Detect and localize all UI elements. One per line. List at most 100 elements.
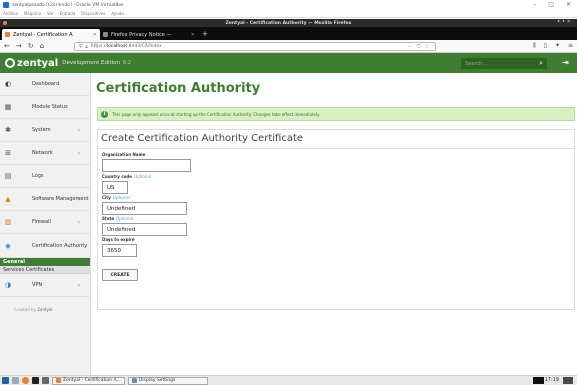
keyboard-tray-icon[interactable] (563, 377, 573, 384)
days-to-expire-field[interactable]: 3650 (102, 244, 137, 257)
pocket-icon[interactable]: ⛉ (417, 44, 421, 50)
chevron-left-icon: ‹ (77, 281, 80, 289)
lock-icon[interactable]: 🔒︎ (85, 44, 87, 50)
url-bar[interactable]: ⛨ 🔒︎ https://localhost:8443/CA/Index ···… (74, 42, 436, 51)
restore-button[interactable]: □ (548, 1, 554, 8)
zentyal-logo[interactable]: zentyal (17, 58, 58, 69)
firefox-launcher-icon[interactable] (22, 377, 29, 384)
zentyal-favicon-icon (5, 32, 10, 37)
taskbar: Zentyal - Certification A... Display Set… (0, 375, 577, 385)
firefox-window-controls[interactable]: • • ✕ (557, 19, 571, 25)
menu-dispositivos[interactable]: Dispositivos (81, 11, 105, 16)
close-button[interactable]: ✕ (566, 1, 571, 8)
module-status-icon: ▦ (4, 103, 12, 111)
vbox-menubar: Archivo Máquina Ver Entrada Dispositivos… (0, 10, 577, 18)
reload-icon[interactable]: ↻ (28, 42, 34, 50)
menu-ayuda[interactable]: Ayuda (111, 11, 123, 16)
vbox-window-title: zentyalpesado [Corriendo] - Oracle VM Vi… (12, 2, 124, 8)
sidebar-item-logs[interactable]: ▤ Logs (0, 165, 90, 188)
sidebar-item-software-management[interactable]: ▲ Software Management ‹ (0, 188, 90, 211)
state-field[interactable]: Undefined (102, 223, 187, 236)
firewall-icon: ▥ (4, 218, 12, 226)
chevron-left-icon: ‹ (77, 126, 80, 134)
sidebar-icon[interactable]: ▯ (544, 42, 547, 50)
shield-icon[interactable]: ⛨ (79, 44, 82, 50)
firefox-favicon-icon (103, 32, 108, 37)
home-icon[interactable]: ⌂ (40, 42, 44, 50)
file-manager-icon[interactable] (12, 377, 19, 384)
sidebar-item-dashboard[interactable]: ◐ Dashboard (0, 73, 90, 96)
new-tab-button[interactable]: + (202, 30, 208, 38)
info-icon: i (101, 110, 108, 118)
sidebar-footer: Created by Zentyal (14, 307, 53, 312)
tab-label: Firefox Privacy Notice — (111, 31, 172, 38)
search-icon[interactable]: ⌕ (539, 59, 543, 68)
menu-ver[interactable]: Ver (47, 11, 54, 16)
software-icon: ▲ (5, 195, 11, 203)
tab-label: Zentyal - Certification A (13, 31, 73, 38)
menu-maquina[interactable]: Máquina (24, 11, 41, 16)
chevron-left-icon: ‹ (77, 149, 80, 157)
zentyal-link[interactable]: Zentyal (37, 307, 52, 312)
bookmark-star-icon[interactable]: ☆ (425, 44, 429, 50)
version-label: 6.2 (123, 60, 131, 66)
create-ca-form: Create Certification Authority Certifica… (97, 129, 575, 310)
tab-firefox-privacy[interactable]: Firefox Privacy Notice — ✕ (100, 29, 198, 40)
sidebar: ◐ Dashboard ▦ Module Status ✱ System ‹ ⊞… (0, 73, 91, 375)
menu-entrada[interactable]: Entrada (60, 11, 76, 16)
firefox-titlebar: Zentyal - Certification Authority — Mozi… (0, 19, 577, 27)
sidebar-item-module-status[interactable]: ▦ Module Status (0, 96, 90, 119)
virtualbox-icon (3, 2, 9, 8)
terminal-launcher-icon[interactable] (32, 377, 39, 384)
hamburger-menu-icon[interactable]: ≡ (568, 42, 573, 50)
org-name-label: Organization Name (102, 152, 146, 157)
terminal-tray-icon[interactable] (533, 377, 544, 384)
tab-close-icon[interactable]: ✕ (93, 32, 97, 38)
network-icon: ⊞ (5, 149, 11, 157)
page-actions-icon[interactable]: ··· (408, 44, 413, 50)
sidebar-item-system[interactable]: ✱ System ‹ (0, 119, 90, 142)
search-input[interactable]: Search... ⌕ (461, 58, 547, 69)
info-note: i This page only appears once at startin… (97, 107, 575, 121)
clock: 17:19 (544, 377, 559, 383)
org-name-field[interactable] (102, 159, 191, 172)
main-content: Certification Authority i This page only… (91, 73, 577, 375)
back-icon[interactable]: ← (4, 42, 10, 50)
library-icon[interactable]: ⫼ (533, 42, 536, 50)
guest-screen: Zentyal - Certification Authority — Mozi… (0, 19, 577, 375)
minimize-button[interactable]: – (533, 1, 536, 8)
taskbar-task-firefox[interactable]: Zentyal - Certification A... (52, 376, 125, 385)
sidebar-item-label: Dashboard (32, 81, 60, 87)
sidebar-item-firewall[interactable]: ▥ Firewall ‹ (0, 211, 90, 234)
tab-zentyal[interactable]: Zentyal - Certification A ✕ (2, 29, 100, 40)
city-field[interactable]: Undefined (102, 202, 187, 215)
sidebar-subitem-general[interactable]: General (0, 258, 90, 266)
forward-icon[interactable]: → (16, 42, 22, 50)
gear-icon: ✱ (5, 126, 11, 134)
certificate-icon: ◆ (5, 241, 11, 250)
sidebar-item-network[interactable]: ⊞ Network ‹ (0, 142, 90, 165)
extension-icon[interactable]: ✦ (555, 42, 560, 50)
vpn-icon: ◑ (4, 281, 12, 289)
logout-icon[interactable]: ⇥ (562, 58, 569, 67)
sidebar-subitem-services-certificates[interactable]: Services Certificates (0, 266, 90, 274)
days-to-expire-label: Days to expire (102, 237, 135, 242)
chevron-left-icon: ‹ (77, 218, 80, 226)
navigation-bar: ← → ↻ ⌂ ⛨ 🔒︎ https://localhost:8443/CA/I… (0, 40, 577, 53)
form-divider (98, 148, 574, 149)
sidebar-item-vpn[interactable]: ◑ VPN ‹ (0, 274, 90, 297)
start-menu-icon[interactable] (2, 377, 9, 384)
sidebar-item-label: Firewall (32, 219, 51, 225)
sidebar-item-certification-authority[interactable]: ◆ Certification Authority ⌄ (0, 234, 90, 258)
settings-launcher-icon[interactable] (42, 377, 49, 384)
logs-icon: ▤ (4, 172, 12, 180)
zentyal-logo-icon[interactable] (5, 58, 15, 68)
tab-close-icon[interactable]: ✕ (191, 32, 195, 38)
taskbar-task-display-settings[interactable]: Display Settings (127, 376, 208, 385)
sidebar-item-label: Logs (32, 173, 44, 179)
country-code-field[interactable]: US (102, 181, 128, 194)
create-button[interactable]: CREATE (102, 269, 138, 281)
sidebar-item-label: Module Status (32, 104, 68, 110)
menu-archivo[interactable]: Archivo (3, 11, 18, 16)
dashboard-icon: ◐ (4, 80, 12, 88)
